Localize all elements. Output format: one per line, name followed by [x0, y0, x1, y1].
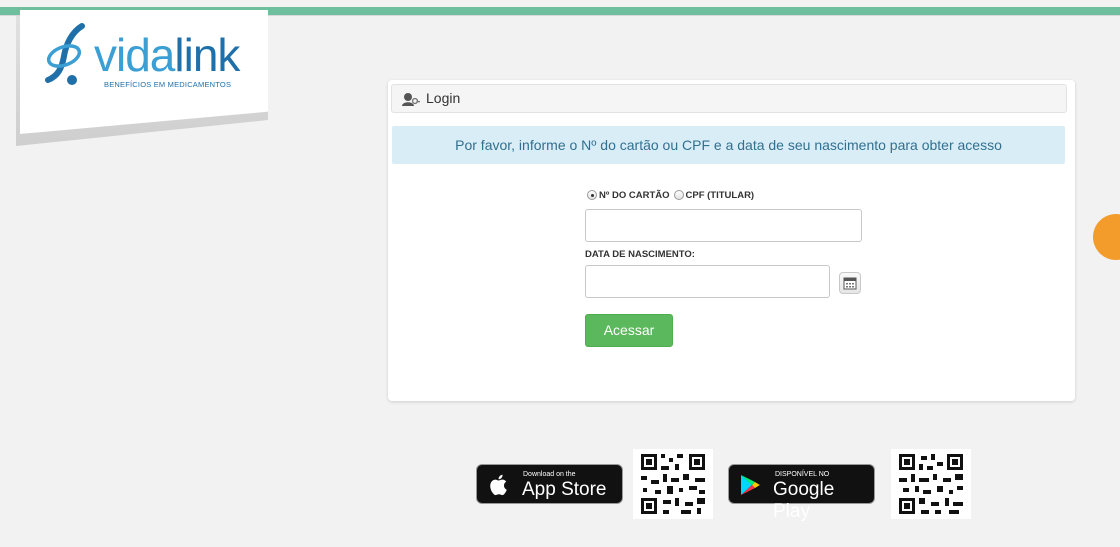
birth-date-input[interactable]	[585, 265, 830, 298]
card-or-cpf-input[interactable]	[585, 209, 862, 242]
google-play-small-text: DISPONÍVEL NO	[775, 471, 830, 478]
access-button[interactable]: Acessar	[585, 314, 673, 347]
logo-word-part2: link	[174, 29, 240, 81]
logo-subtitle: BENEFÍCIOS EM MEDICAMENTOS	[104, 80, 232, 89]
calendar-icon	[843, 277, 857, 290]
google-play-badge[interactable]: DISPONÍVEL NO Google Play	[728, 464, 875, 522]
app-store-small-text: Download on the	[523, 471, 576, 478]
radio-cpf-label[interactable]: CPF (TITULAR)	[686, 190, 755, 201]
app-store-big-text: App Store	[522, 479, 607, 500]
app-store-qr-code	[633, 449, 713, 519]
floating-chat-button[interactable]	[1093, 214, 1120, 260]
radio-cpf[interactable]	[673, 190, 684, 200]
birth-date-label: DATA DE NASCIMENTO:	[585, 249, 695, 260]
user-key-icon	[402, 93, 420, 106]
vidalink-logo-icon	[45, 23, 85, 85]
google-play-qr-code	[891, 449, 971, 519]
info-alert-text: Por favor, informe o Nº do cartão ou CPF…	[455, 137, 1002, 153]
logo-word-part1: vida	[94, 29, 175, 81]
qr-code-icon	[641, 454, 705, 514]
panel-title: Login	[426, 90, 461, 106]
app-store-badge[interactable]: Download on the App Store	[476, 464, 623, 504]
radio-card-number-label[interactable]: Nº DO CARTÃO	[599, 190, 670, 201]
calendar-button[interactable]	[839, 272, 861, 294]
login-panel: Login Por favor, informe o Nº do cartão …	[388, 80, 1075, 401]
logo-wordmark: vidalink	[94, 29, 240, 81]
id-type-radio-group: Nº DO CARTÃO CPF (TITULAR)	[587, 190, 758, 204]
panel-header: Login	[391, 84, 1067, 113]
google-play-icon	[741, 475, 760, 495]
apple-icon	[490, 474, 507, 496]
google-play-big-text: Google Play	[773, 479, 835, 522]
qr-code-icon	[899, 454, 963, 514]
info-alert: Por favor, informe o Nº do cartão ou CPF…	[392, 126, 1065, 164]
radio-card-number[interactable]	[587, 190, 597, 200]
